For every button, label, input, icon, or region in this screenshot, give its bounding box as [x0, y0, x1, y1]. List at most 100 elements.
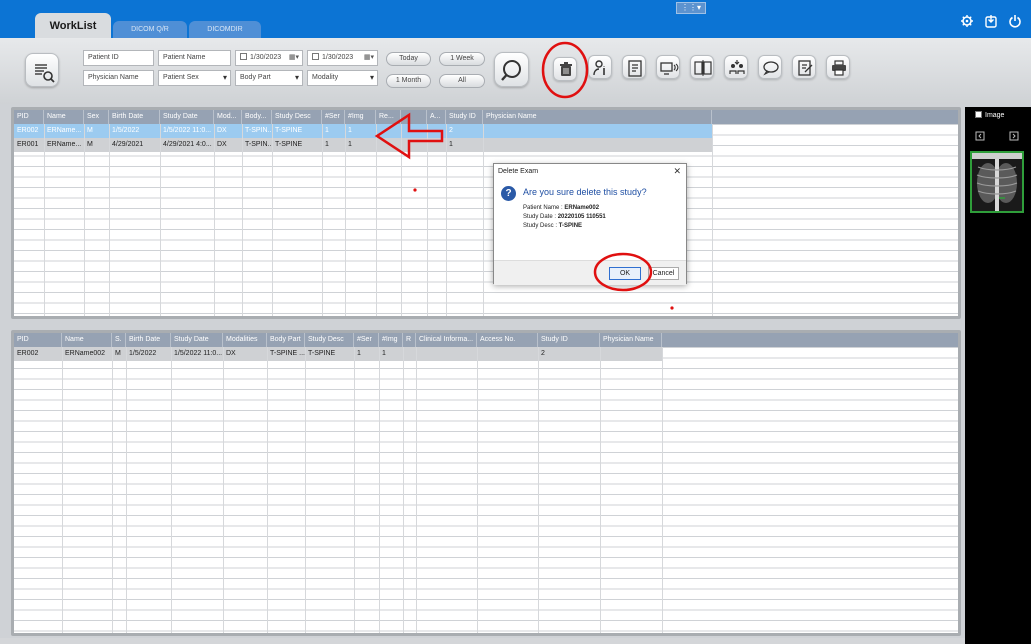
- edit-study-button[interactable]: [622, 55, 646, 79]
- patient-name-field[interactable]: Patient Name: [158, 50, 231, 66]
- dialog-question: Are you sure delete this study?: [523, 187, 647, 197]
- image-checkbox[interactable]: [975, 111, 982, 118]
- one-month-button[interactable]: 1 Month: [386, 74, 431, 88]
- column-header[interactable]: Mod...: [214, 110, 242, 124]
- column-header[interactable]: Name: [62, 333, 112, 347]
- column-header[interactable]: R: [403, 333, 416, 347]
- column-header[interactable]: Name: [44, 110, 84, 124]
- column-header[interactable]: Access No.: [477, 333, 538, 347]
- calendar-icon[interactable]: ▦▾: [289, 51, 299, 65]
- column-header[interactable]: Body Part: [267, 333, 305, 347]
- comment-button[interactable]: [758, 55, 782, 79]
- column-header[interactable]: S.: [112, 333, 126, 347]
- date-to-field[interactable]: 1/30/2023 ▦▾: [307, 50, 378, 66]
- cell: DX: [217, 141, 227, 148]
- cell: T-SPINE ...: [270, 350, 305, 357]
- column-header[interactable]: Study Date: [160, 110, 214, 124]
- column-header[interactable]: Study ID: [538, 333, 600, 347]
- column-header[interactable]: ...: [401, 110, 427, 124]
- column-header[interactable]: Study Date: [171, 333, 223, 347]
- column-header[interactable]: Study Desc: [305, 333, 354, 347]
- column-header[interactable]: Birth Date: [109, 110, 160, 124]
- tab-worklist[interactable]: WorkList: [35, 13, 111, 38]
- column-header[interactable]: #Ser: [322, 110, 345, 124]
- column-header[interactable]: A...: [427, 110, 446, 124]
- date-to-checkbox[interactable]: [312, 53, 319, 60]
- cell: 4/29/2021: [112, 141, 144, 148]
- column-header[interactable]: Clinical Informa...: [416, 333, 477, 347]
- window-grip-handle[interactable]: ⋮⋮▾: [676, 2, 706, 14]
- today-button[interactable]: Today: [386, 52, 431, 66]
- column-header[interactable]: Sex: [84, 110, 109, 124]
- column-header[interactable]: Birth Date: [126, 333, 171, 347]
- column-header[interactable]: PID: [14, 333, 62, 347]
- patients-merge-icon: [729, 60, 745, 74]
- compare-study-button[interactable]: [690, 55, 714, 79]
- physician-name-field[interactable]: Physician Name: [83, 70, 154, 86]
- dialog-footer: OK Cancel: [494, 260, 686, 285]
- merge-patient-button[interactable]: [724, 55, 748, 79]
- image-toggle[interactable]: Image: [975, 111, 1004, 119]
- patient-info-button[interactable]: [588, 55, 612, 79]
- date-from-checkbox[interactable]: [240, 53, 247, 60]
- column-header[interactable]: Study Desc: [272, 110, 322, 124]
- cell: 1: [357, 350, 361, 357]
- study-date-line: Study Date : 20220105 110551: [523, 214, 606, 220]
- column-header[interactable]: #Img: [379, 333, 403, 347]
- send-study-button[interactable]: [656, 55, 680, 79]
- ok-button[interactable]: OK: [609, 267, 641, 280]
- date-from-field[interactable]: 1/30/2023 ▦▾: [235, 50, 303, 66]
- worklist-search-button[interactable]: [25, 53, 59, 87]
- download-icon[interactable]: [984, 14, 998, 28]
- body-part-select[interactable]: Body Part: [235, 70, 303, 86]
- column-header[interactable]: Body...: [242, 110, 272, 124]
- trash-icon: [560, 62, 572, 76]
- column-header[interactable]: Physician Name: [483, 110, 712, 124]
- column-header[interactable]: #Img: [345, 110, 376, 124]
- worklist-app: WorkList DICOM Q/R DICOMDIR ⋮⋮▾ Patient …: [0, 0, 1031, 644]
- modality-select[interactable]: Modality: [307, 70, 378, 86]
- tab-dicomdir[interactable]: DICOMDIR: [189, 21, 261, 38]
- chest-xray-image: [972, 153, 1022, 211]
- cell: 2: [541, 350, 545, 357]
- question-icon: ?: [501, 186, 516, 201]
- column-header[interactable]: Re...: [376, 110, 401, 124]
- cell: M: [87, 127, 93, 134]
- close-icon[interactable]: ✕: [673, 166, 681, 177]
- dialog-title: Delete Exam: [498, 168, 539, 175]
- cell: 1: [325, 127, 329, 134]
- search-toolbar: Patient ID Patient Name 1/30/2023 ▦▾ 1/30…: [0, 38, 1031, 104]
- one-week-button[interactable]: 1 Week: [439, 52, 485, 66]
- power-icon[interactable]: [1008, 14, 1022, 28]
- patient-id-field[interactable]: Patient ID: [83, 50, 154, 66]
- calendar-icon[interactable]: ▦▾: [364, 51, 374, 65]
- cell: 1: [382, 350, 386, 357]
- all-button[interactable]: All: [439, 74, 485, 88]
- delete-study-button[interactable]: [553, 57, 577, 81]
- image-preview-panel: Image: [965, 107, 1031, 644]
- column-header[interactable]: Physician Name: [600, 333, 662, 347]
- search-button[interactable]: [494, 52, 529, 87]
- print-button[interactable]: [826, 55, 850, 79]
- top-bar: WorkList DICOM Q/R DICOMDIR ⋮⋮▾: [0, 0, 1031, 38]
- column-header[interactable]: PID: [14, 110, 44, 124]
- cell: DX: [226, 350, 236, 357]
- patient-sex-select[interactable]: Patient Sex: [158, 70, 231, 86]
- cell: T-SPINE: [308, 350, 336, 357]
- xray-thumbnail[interactable]: [970, 151, 1024, 213]
- cancel-button[interactable]: Cancel: [648, 267, 679, 280]
- cell: ERName002: [65, 350, 106, 357]
- table-row[interactable]: ER001 ERName... M 4/29/2021 4/29/2021 4:…: [14, 138, 712, 152]
- patient-name-value: ERName002: [564, 205, 600, 211]
- prev-image-icon[interactable]: [975, 131, 985, 141]
- settings-icon[interactable]: [960, 14, 974, 28]
- column-header[interactable]: #Ser: [354, 333, 379, 347]
- column-header[interactable]: Study ID: [446, 110, 483, 124]
- bottom-edge: [0, 638, 965, 644]
- column-header[interactable]: Modalities: [223, 333, 267, 347]
- next-image-icon[interactable]: [1009, 131, 1019, 141]
- table-row-selected[interactable]: ER002 ERName... M 1/5/2022 1/5/2022 11:0…: [14, 124, 712, 138]
- study-table-header: PID Name Sex Birth Date Study Date Mod..…: [14, 110, 958, 124]
- tab-dicom-qr[interactable]: DICOM Q/R: [113, 21, 187, 38]
- report-button[interactable]: [792, 55, 816, 79]
